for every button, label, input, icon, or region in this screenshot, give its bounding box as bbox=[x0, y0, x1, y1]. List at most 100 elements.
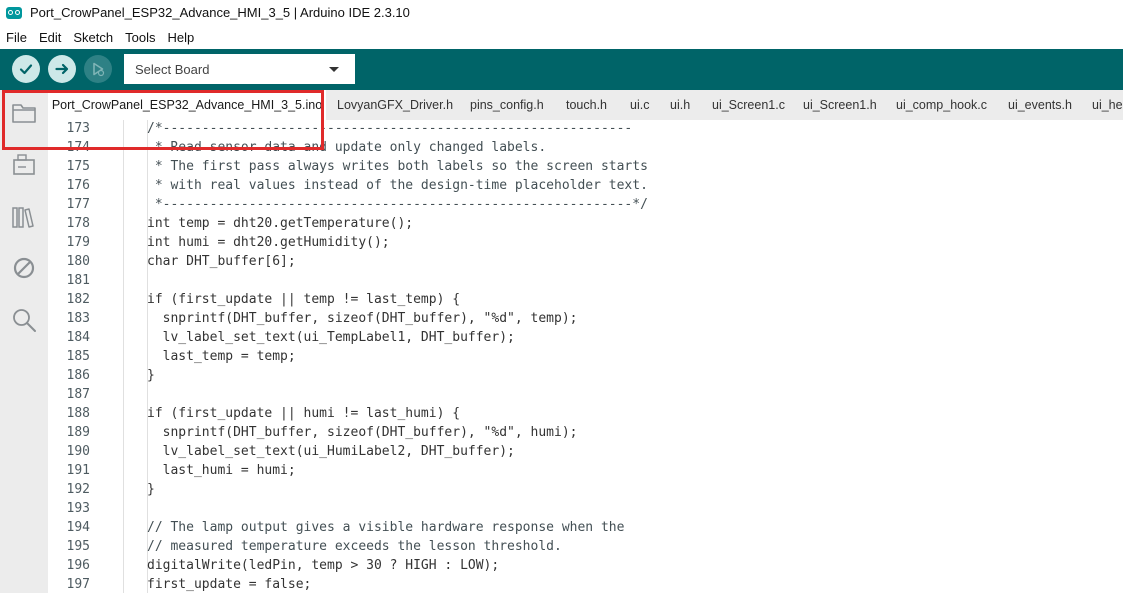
line-number: 182 bbox=[66, 292, 90, 307]
line-number: 179 bbox=[66, 235, 90, 250]
code-text: // measured temperature exceeds the less… bbox=[147, 539, 562, 554]
code-line: 180 char DHT_buffer[6]; bbox=[48, 252, 1123, 271]
tab-label: LovyanGFX_Driver.h bbox=[337, 98, 454, 112]
search-icon bbox=[13, 309, 36, 332]
code-line: 179 int humi = dht20.getHumidity(); bbox=[48, 233, 1123, 252]
title-bar: Port_CrowPanel_ESP32_Advance_HMI_3_5 | A… bbox=[0, 0, 1123, 25]
tab-label: ui.h bbox=[670, 98, 691, 112]
tab-ui-screen1-h[interactable]: ui_Screen1.h bbox=[803, 90, 877, 120]
line-number: 193 bbox=[66, 501, 90, 516]
upload-button[interactable] bbox=[48, 55, 76, 83]
line-number: 180 bbox=[66, 254, 90, 269]
debug-panel-button[interactable] bbox=[11, 255, 37, 281]
code-line: 193 bbox=[48, 499, 1123, 518]
code-line: 188 if (first_update || humi != last_humi… bbox=[48, 404, 1123, 423]
line-number: 175 bbox=[66, 159, 90, 174]
tab-ui-h[interactable]: ui.h bbox=[670, 90, 690, 120]
tab-lovyangfx-driver[interactable]: LovyanGFX_Driver.h bbox=[337, 90, 453, 120]
line-number: 187 bbox=[66, 387, 90, 402]
sketchbook-button[interactable] bbox=[11, 100, 37, 126]
tab-label: ui_Screen1.h bbox=[803, 98, 877, 112]
tab-label: Port_CrowPanel_ESP32_Advance_HMI_3_5.ino bbox=[51, 98, 323, 112]
code-text: } bbox=[147, 368, 155, 383]
no-debug-icon bbox=[13, 257, 35, 279]
tab-pins-config[interactable]: pins_config.h bbox=[470, 90, 544, 120]
code-text: } bbox=[147, 482, 155, 497]
menu-help[interactable]: Help bbox=[161, 30, 200, 45]
code-line: 197 first_update = false; bbox=[48, 575, 1123, 593]
code-text: lv_label_set_text(ui_HumiLabel2, DHT_buf… bbox=[147, 444, 515, 459]
tab-label: pins_config.h bbox=[470, 98, 544, 112]
verify-button[interactable] bbox=[12, 55, 40, 83]
tab-label: ui_comp_hook.c bbox=[896, 98, 988, 112]
line-number: 186 bbox=[66, 368, 90, 383]
line-number: 188 bbox=[66, 406, 90, 421]
tab-ui-screen1-c[interactable]: ui_Screen1.c bbox=[712, 90, 785, 120]
line-number: 178 bbox=[66, 216, 90, 231]
line-number: 189 bbox=[66, 425, 90, 440]
arduino-logo-icon bbox=[6, 6, 22, 19]
code-line: 173 /*-----------------------------------… bbox=[48, 120, 1123, 138]
menu-file[interactable]: File bbox=[0, 30, 33, 45]
code-text: int humi = dht20.getHumidity(); bbox=[147, 235, 390, 250]
code-text: snprintf(DHT_buffer, sizeof(DHT_buffer),… bbox=[147, 425, 578, 440]
board-select-dropdown[interactable]: Select Board bbox=[124, 54, 355, 84]
debug-button[interactable] bbox=[84, 55, 112, 83]
code-line: 176 * with real values instead of the de… bbox=[48, 176, 1123, 195]
tab-ui-events[interactable]: ui_events.h bbox=[1008, 90, 1072, 120]
line-number: 176 bbox=[66, 178, 90, 193]
line-number: 192 bbox=[66, 482, 90, 497]
tab-main-ino[interactable]: Port_CrowPanel_ESP32_Advance_HMI_3_5.ino bbox=[48, 90, 326, 120]
code-text: digitalWrite(ledPin, temp > 30 ? HIGH : … bbox=[147, 558, 500, 573]
code-line: 175 * The first pass always writes both … bbox=[48, 157, 1123, 176]
menu-edit[interactable]: Edit bbox=[33, 30, 67, 45]
tab-ui-c[interactable]: ui.c bbox=[630, 90, 649, 120]
tab-touch-h[interactable]: touch.h bbox=[566, 90, 607, 120]
arrow-right-icon bbox=[55, 63, 69, 75]
line-number: 194 bbox=[66, 520, 90, 535]
board-select-label: Select Board bbox=[135, 61, 210, 77]
code-line: 181 bbox=[48, 271, 1123, 290]
line-number: 197 bbox=[66, 577, 90, 592]
code-line: 190 lv_label_set_text(ui_HumiLabel2, DHT… bbox=[48, 442, 1123, 461]
tab-label: ui_Screen1.c bbox=[712, 98, 785, 112]
code-text: snprintf(DHT_buffer, sizeof(DHT_buffer),… bbox=[147, 311, 578, 326]
line-number: 174 bbox=[66, 140, 90, 155]
code-text: * The first pass always writes both labe… bbox=[147, 159, 648, 174]
code-line: 178 int temp = dht20.getTemperature(); bbox=[48, 214, 1123, 233]
menu-sketch[interactable]: Sketch bbox=[67, 30, 119, 45]
code-text: // The lamp output gives a visible hardw… bbox=[147, 520, 625, 535]
search-button[interactable] bbox=[11, 307, 37, 333]
tab-ui-helpers[interactable]: ui_he bbox=[1092, 90, 1123, 120]
line-number: 190 bbox=[66, 444, 90, 459]
code-line: 196 digitalWrite(ledPin, temp > 30 ? HIGH… bbox=[48, 556, 1123, 575]
code-line: 182 if (first_update || temp != last_temp… bbox=[48, 290, 1123, 309]
code-text: *---------------------------------------… bbox=[147, 197, 648, 212]
tab-label: ui_he bbox=[1092, 98, 1123, 112]
debug-icon bbox=[93, 62, 105, 77]
line-number: 177 bbox=[66, 197, 90, 212]
library-manager-button[interactable] bbox=[11, 204, 37, 230]
folder-icon bbox=[12, 104, 36, 123]
menu-tools[interactable]: Tools bbox=[119, 30, 161, 45]
boards-manager-button[interactable] bbox=[11, 152, 37, 178]
line-number: 191 bbox=[66, 463, 90, 478]
code-text: first_update = false; bbox=[147, 577, 312, 592]
line-number: 173 bbox=[66, 121, 90, 136]
code-text: lv_label_set_text(ui_TempLabel1, DHT_buf… bbox=[147, 330, 515, 345]
code-text: * Read sensor data and update only chang… bbox=[147, 140, 547, 155]
code-text: * with real values instead of the design… bbox=[147, 178, 648, 193]
tab-ui-comp-hook[interactable]: ui_comp_hook.c bbox=[896, 90, 987, 120]
code-editor[interactable]: 173 /*-----------------------------------… bbox=[48, 120, 1123, 593]
code-line: 189 snprintf(DHT_buffer, sizeof(DHT_buff… bbox=[48, 423, 1123, 442]
code-text: /*--------------------------------------… bbox=[147, 121, 633, 136]
sidebar bbox=[0, 90, 48, 593]
line-number: 196 bbox=[66, 558, 90, 573]
code-line: 184 lv_label_set_text(ui_TempLabel1, DHT… bbox=[48, 328, 1123, 347]
chevron-down-icon bbox=[329, 66, 339, 72]
code-line: 186} bbox=[48, 366, 1123, 385]
tab-label: ui_events.h bbox=[1008, 98, 1072, 112]
line-number: 184 bbox=[66, 330, 90, 345]
code-line: 177 *-----------------------------------… bbox=[48, 195, 1123, 214]
boards-manager-icon bbox=[13, 154, 35, 175]
